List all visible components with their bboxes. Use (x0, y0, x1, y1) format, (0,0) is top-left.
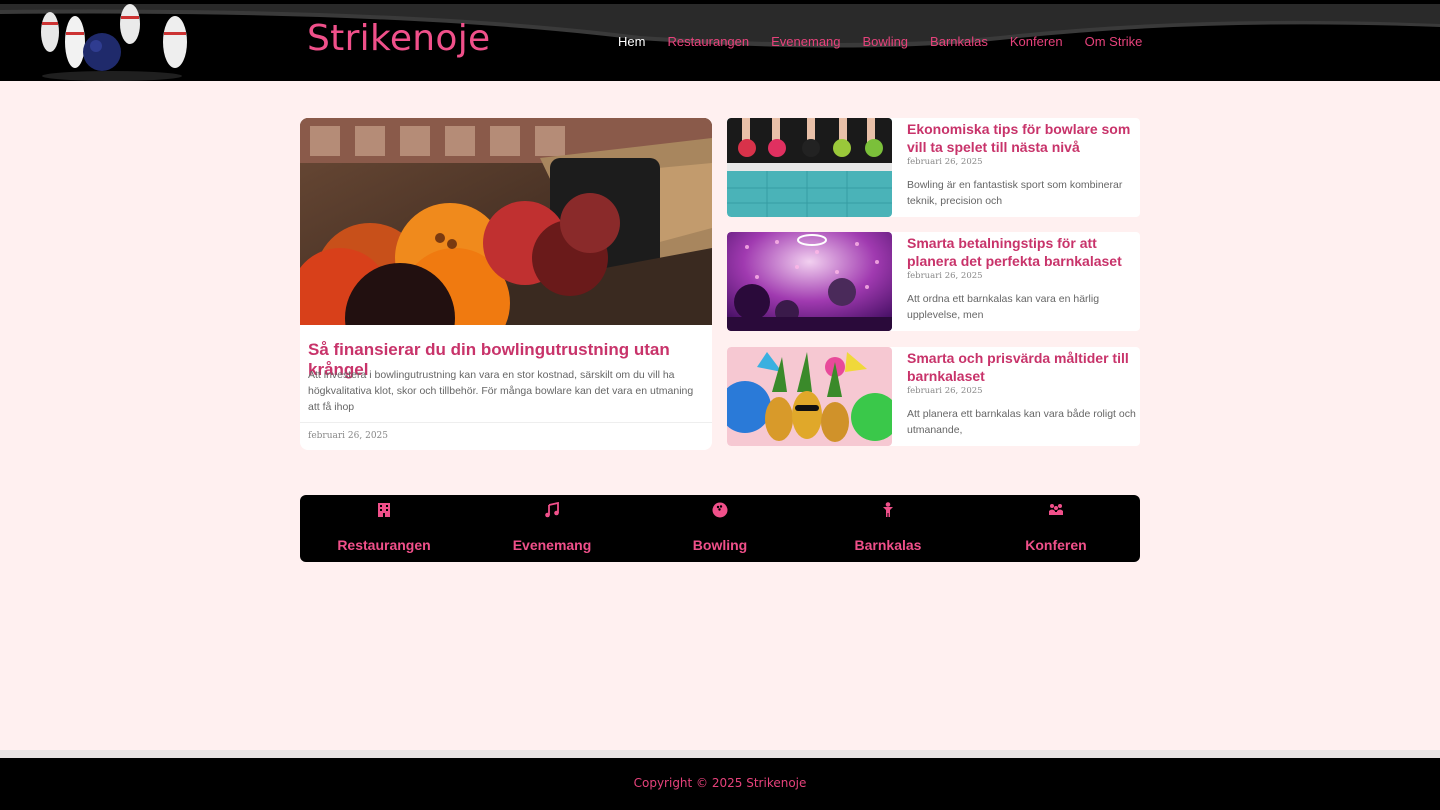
category-nav: Restaurangen Evenemang Bowling Barnkalas… (300, 495, 1140, 562)
post-date: februari 26, 2025 (907, 271, 983, 281)
music-icon (545, 502, 559, 518)
post-excerpt: Att ordna ett barnkalas kan vara en härl… (907, 293, 1100, 321)
site-header: Strikenoje Hem Restaurangen Evenemang Bo… (0, 0, 1440, 81)
post-card[interactable]: Ekonomiska tips för bowlare som vill ta … (727, 118, 1140, 217)
category-label: Barnkalas (854, 537, 922, 553)
category-label: Restaurangen (337, 537, 431, 553)
nav-item-om-strike[interactable]: Om Strike (1085, 33, 1143, 51)
main-nav: Hem Restaurangen Evenemang Bowling Barnk… (618, 33, 1164, 51)
bowling-ball-icon (712, 502, 728, 518)
nav-item-evenemang[interactable]: Evenemang (771, 33, 840, 51)
category-label: Evenemang (512, 537, 592, 553)
copyright-text: Copyright © 2025 Strikenoje (633, 776, 807, 790)
category-evenemang[interactable]: Evenemang (468, 495, 636, 562)
people-icon (1049, 504, 1063, 515)
post-card[interactable]: Smarta betalningstips för att planera de… (727, 232, 1140, 331)
post-title[interactable]: Smarta betalningstips för att planera de… (907, 235, 1135, 270)
post-title[interactable]: Ekonomiska tips för bowlare som vill ta … (907, 121, 1135, 156)
child-icon (883, 502, 893, 517)
category-restaurangen[interactable]: Restaurangen (300, 495, 468, 562)
divider (300, 422, 712, 423)
site-footer: Copyright © 2025 Strikenoje (0, 758, 1440, 810)
footer-divider (0, 750, 1440, 758)
featured-date: februari 26, 2025 (308, 431, 389, 441)
post-image-bowlers[interactable] (727, 118, 892, 217)
post-excerpt: Bowling är en fantastisk sport som kombi… (907, 179, 1123, 207)
featured-image-bowling-balls[interactable] (300, 118, 712, 325)
post-excerpt: Att planera ett barnkalas kan vara både … (907, 408, 1136, 436)
post-date: februari 26, 2025 (907, 386, 983, 396)
site-title[interactable]: Strikenoje (307, 18, 490, 59)
nav-item-barnkalas[interactable]: Barnkalas (930, 33, 988, 51)
post-card[interactable]: Smarta och prisvärda måltider till barnk… (727, 347, 1140, 446)
post-date: februari 26, 2025 (907, 157, 983, 167)
nav-item-restaurangen[interactable]: Restaurangen (667, 33, 749, 51)
category-label: Konferen (1025, 537, 1087, 553)
post-image-party[interactable] (727, 232, 892, 331)
category-barnkalas[interactable]: Barnkalas (804, 495, 972, 562)
building-icon (378, 503, 390, 517)
post-image-pineapples[interactable] (727, 347, 892, 446)
bowling-pins-logo (41, 4, 187, 81)
nav-item-konferen[interactable]: Konferen (1010, 33, 1063, 51)
nav-item-bowling[interactable]: Bowling (863, 33, 909, 51)
post-title[interactable]: Smarta och prisvärda måltider till barnk… (907, 350, 1135, 385)
featured-article[interactable]: Så finansierar du din bowlingutrustning … (300, 118, 712, 450)
category-bowling[interactable]: Bowling (636, 495, 804, 562)
category-konferen[interactable]: Konferen (972, 495, 1140, 562)
category-label: Bowling (692, 537, 748, 553)
featured-excerpt: Att investera i bowlingutrustning kan va… (308, 369, 694, 413)
nav-item-hem[interactable]: Hem (618, 33, 645, 51)
